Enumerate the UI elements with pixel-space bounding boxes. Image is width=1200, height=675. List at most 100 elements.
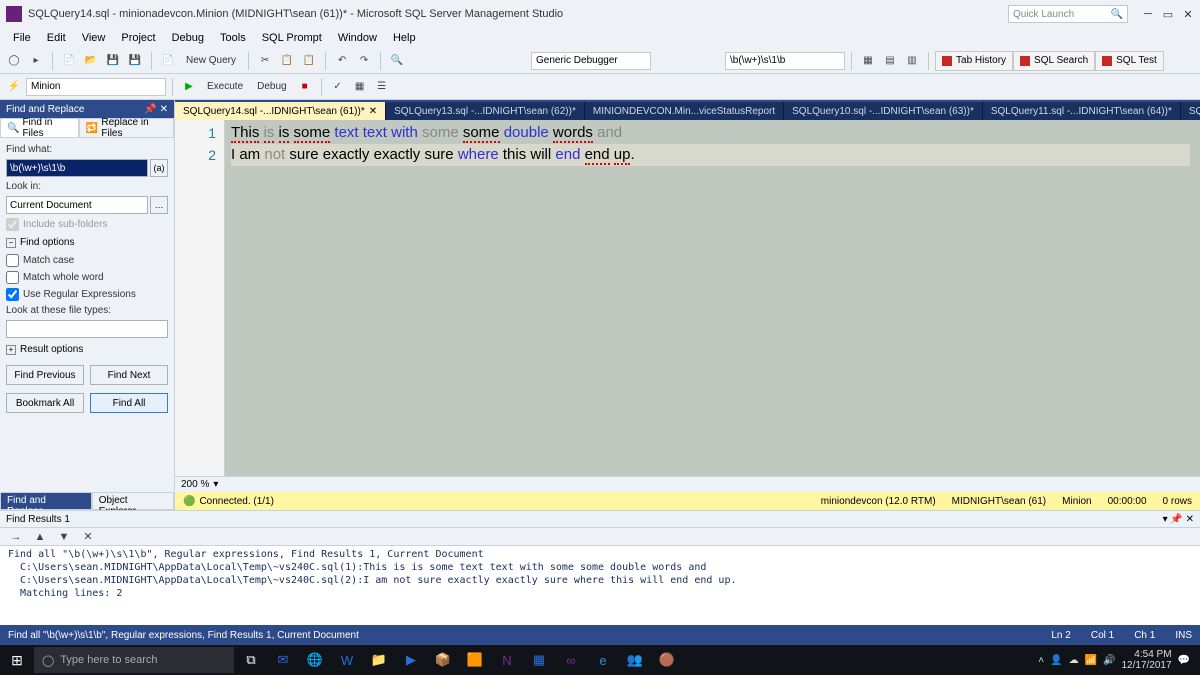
powershell-icon[interactable]: ▶ — [396, 645, 426, 675]
file-types-input[interactable] — [6, 320, 168, 338]
document-tab[interactable]: SQLQuery13.sql -...IDNIGHT\sean (62))* — [386, 102, 585, 120]
tool-icon[interactable]: ▤ — [880, 51, 900, 71]
menu-window[interactable]: Window — [331, 30, 384, 46]
pin-icon[interactable]: 📌 — [144, 104, 156, 115]
app-icon[interactable]: 🟤 — [652, 645, 682, 675]
save-icon[interactable]: 💾 — [103, 51, 123, 71]
find-options-header[interactable]: −Find options — [6, 235, 168, 250]
menu-help[interactable]: Help — [386, 30, 423, 46]
open-icon[interactable]: 📂 — [81, 51, 101, 71]
tool-icon[interactable]: ▥ — [902, 51, 922, 71]
results-grid-icon[interactable]: ▦ — [350, 77, 370, 97]
debugger-select[interactable] — [531, 52, 651, 70]
connect-icon[interactable]: ⚡ — [4, 77, 24, 97]
menu-project[interactable]: Project — [114, 30, 162, 46]
menu-tools[interactable]: Tools — [213, 30, 253, 46]
tray-up-icon[interactable]: ˄ — [1038, 655, 1044, 666]
document-tab[interactable]: SQLQuery9.sql - lo...IDNIGHT\sean (57)) — [1181, 102, 1200, 120]
save-all-icon[interactable]: 💾 — [125, 51, 145, 71]
task-view-icon[interactable]: ⧉ — [236, 645, 266, 675]
bottom-tab-object-explorer[interactable]: Object Explorer — [92, 492, 174, 510]
minimize-icon[interactable]: ─ — [1142, 8, 1154, 21]
onedrive-icon[interactable]: ☁ — [1069, 655, 1079, 666]
app-icon[interactable]: 🟧 — [460, 645, 490, 675]
copy-icon[interactable]: 📋 — [277, 51, 297, 71]
document-tab[interactable]: SQLQuery14.sql -...IDNIGHT\sean (61))*✕ — [175, 102, 386, 120]
outlook-icon[interactable]: ✉ — [268, 645, 298, 675]
chrome-icon[interactable]: 🌐 — [300, 645, 330, 675]
redo-icon[interactable]: ↷ — [354, 51, 374, 71]
regex-input[interactable] — [725, 52, 845, 70]
bottom-tab-find-replace[interactable]: Find and Replace — [0, 492, 92, 510]
chevron-down-icon[interactable]: ▾ — [213, 479, 218, 490]
find-next-button[interactable]: Find Next — [90, 365, 168, 385]
tool-icon[interactable]: ▦ — [858, 51, 878, 71]
match-whole-word-checkbox[interactable]: Match whole word — [6, 271, 168, 284]
goto-icon[interactable]: → — [6, 527, 26, 547]
close-icon[interactable]: ✕ — [160, 104, 168, 115]
find-what-input[interactable] — [6, 159, 148, 177]
use-regex-checkbox[interactable]: Use Regular Expressions — [6, 288, 168, 301]
document-tab[interactable]: SQLQuery11.sql -...IDNIGHT\sean (64))* — [983, 102, 1181, 120]
explorer-icon[interactable]: 📁 — [364, 645, 394, 675]
results-text-icon[interactable]: ☰ — [372, 77, 392, 97]
paste-icon[interactable]: 📋 — [299, 51, 319, 71]
onenote-icon[interactable]: N — [492, 645, 522, 675]
document-tab[interactable]: MINIONDEVCON.Min...viceStatusReport — [585, 102, 784, 120]
database-select[interactable] — [26, 78, 166, 96]
menu-file[interactable]: File — [6, 30, 38, 46]
nav-back-icon[interactable]: ◯ — [4, 51, 24, 71]
dropdown-icon[interactable]: ▾ — [1163, 514, 1168, 525]
people-icon[interactable]: 👤 — [1050, 655, 1062, 666]
pin-icon[interactable]: 📌 — [1170, 514, 1182, 525]
teams-icon[interactable]: 👥 — [620, 645, 650, 675]
look-in-select[interactable] — [6, 196, 148, 214]
notifications-icon[interactable]: 💬 — [1178, 655, 1190, 666]
find-all-button[interactable]: Find All — [90, 393, 168, 413]
clear-icon[interactable]: ✕ — [78, 527, 98, 547]
tab-replace-in-files[interactable]: 🔁Replace in Files — [79, 118, 174, 137]
menu-edit[interactable]: Edit — [40, 30, 73, 46]
edge-icon[interactable]: e — [588, 645, 618, 675]
match-case-checkbox[interactable]: Match case — [6, 254, 168, 267]
nav-fwd-icon[interactable]: ▸ — [26, 51, 46, 71]
browse-button[interactable]: … — [150, 196, 168, 214]
new-project-icon[interactable]: 📄 — [59, 51, 79, 71]
close-icon[interactable]: ✕ — [369, 106, 377, 117]
zoom-level[interactable]: 200 % — [181, 479, 209, 490]
maximize-icon[interactable]: ▭ — [1162, 8, 1174, 21]
find-previous-button[interactable]: Find Previous — [6, 365, 84, 385]
app-icon[interactable]: ▦ — [524, 645, 554, 675]
new-query-icon[interactable]: 📄 — [158, 51, 178, 71]
quick-launch[interactable]: Quick Launch 🔍 — [1008, 5, 1128, 23]
parse-icon[interactable]: ✓ — [328, 77, 348, 97]
visualstudio-icon[interactable]: ∞ — [556, 645, 586, 675]
execute-button[interactable]: Execute — [201, 79, 249, 94]
redgate-sql-search[interactable]: SQL Search — [1013, 51, 1095, 71]
tab-find-in-files[interactable]: 🔍Find in Files — [0, 118, 79, 137]
bookmark-all-button[interactable]: Bookmark All — [6, 393, 84, 413]
execute-icon[interactable]: ▶ — [179, 77, 199, 97]
find-icon[interactable]: 🔍 — [387, 51, 407, 71]
volume-icon[interactable]: 🔊 — [1103, 655, 1115, 666]
expression-builder-button[interactable]: (a) — [150, 159, 168, 177]
code-editor[interactable]: 12 This is is some text text with some s… — [175, 120, 1200, 476]
network-icon[interactable]: 📶 — [1085, 655, 1097, 666]
redgate-sql-test[interactable]: SQL Test — [1095, 51, 1164, 71]
close-icon[interactable]: ✕ — [1186, 514, 1194, 525]
next-result-icon[interactable]: ▼ — [54, 527, 74, 547]
system-clock[interactable]: 4:54 PM 12/17/2017 — [1121, 649, 1171, 671]
redgate-tab-history[interactable]: Tab History — [935, 51, 1013, 71]
result-options-header[interactable]: +Result options — [6, 342, 168, 357]
start-button[interactable]: ⊞ — [2, 645, 32, 675]
cut-icon[interactable]: ✂ — [255, 51, 275, 71]
document-tab[interactable]: SQLQuery10.sql -...IDNIGHT\sean (63))* — [784, 102, 983, 120]
close-icon[interactable]: ✕ — [1182, 8, 1194, 21]
menu-view[interactable]: View — [75, 30, 113, 46]
app-icon[interactable]: 📦 — [428, 645, 458, 675]
undo-icon[interactable]: ↶ — [332, 51, 352, 71]
word-icon[interactable]: W — [332, 645, 362, 675]
prev-result-icon[interactable]: ▲ — [30, 527, 50, 547]
find-results-body[interactable]: Find all "\b(\w+)\s\1\b", Regular expres… — [0, 546, 1200, 625]
taskbar-search[interactable]: ◯ Type here to search — [34, 647, 234, 673]
